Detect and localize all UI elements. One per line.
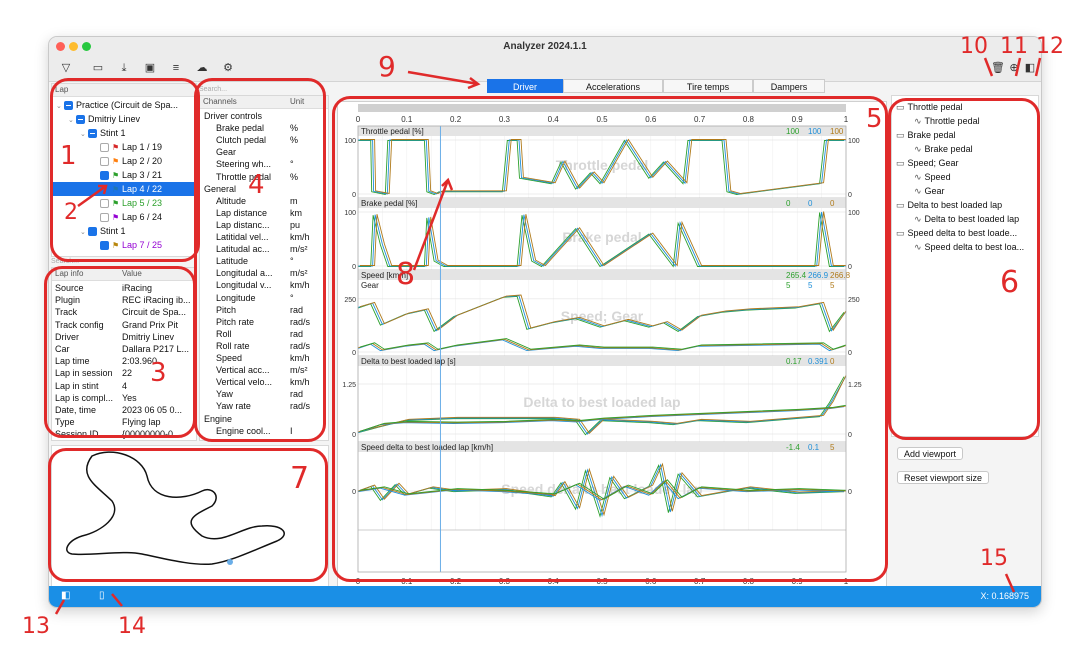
annotation-14: 14 xyxy=(118,614,146,639)
annotation-13: 13 xyxy=(22,614,50,639)
annotation-1: 1 xyxy=(60,141,77,171)
annotation-10: 10 xyxy=(960,34,988,59)
annotation-5: 5 xyxy=(866,104,883,134)
annotation-2: 2 xyxy=(64,200,78,225)
annotation-15: 15 xyxy=(980,546,1008,571)
annotation-3: 3 xyxy=(150,358,167,388)
annotation-9: 9 xyxy=(378,50,396,83)
annotation-4: 4 xyxy=(248,170,265,200)
annotation-11: 11 xyxy=(1000,34,1028,59)
annotation-7: 7 xyxy=(290,461,310,496)
annotation-12: 12 xyxy=(1036,34,1064,59)
annotation-arrows xyxy=(54,57,1042,615)
annotation-8: 8 xyxy=(396,257,416,292)
annotation-6: 6 xyxy=(1000,265,1020,300)
